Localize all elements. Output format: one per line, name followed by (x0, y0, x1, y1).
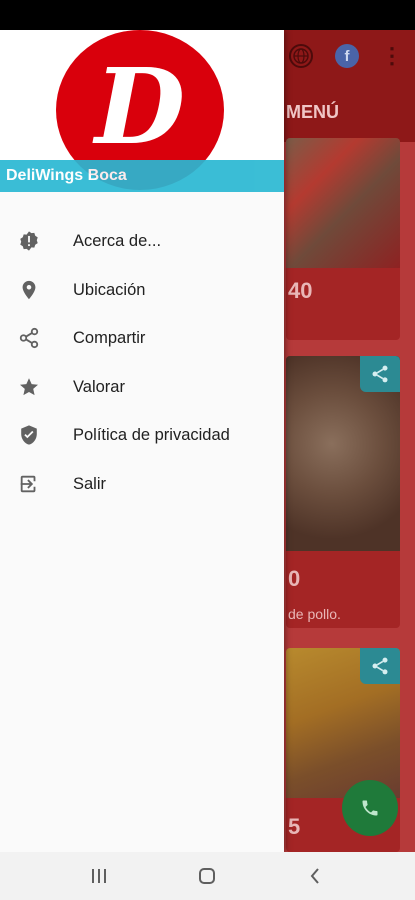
menu-item-label: Ubicación (73, 280, 146, 299)
menu-item-privacy-policy[interactable]: Política de privacidad (0, 412, 284, 461)
share-icon[interactable] (360, 356, 400, 392)
more-options-icon[interactable]: ⋮ (381, 44, 403, 68)
menu-item-label: Salir (73, 474, 107, 493)
recent-apps-button[interactable] (86, 864, 112, 888)
back-chevron-icon (310, 868, 319, 884)
card-price: 5 (288, 814, 301, 839)
system-nav-bar (0, 852, 415, 900)
home-icon (199, 868, 215, 884)
drawer-header: D (0, 30, 284, 190)
card-price: 40 (288, 278, 313, 303)
globe-icon[interactable] (289, 44, 313, 68)
card-description: de pollo. (288, 606, 341, 622)
menu-item-label: Compartir (73, 329, 146, 347)
exit-icon (20, 475, 36, 492)
location-pin-icon (22, 280, 36, 299)
menu-card[interactable]: 0 de pollo. (286, 356, 400, 628)
recent-apps-icon (92, 869, 106, 883)
shield-icon (21, 425, 37, 445)
share-icon (19, 327, 39, 349)
facebook-icon[interactable]: f (335, 44, 359, 68)
menu-item-about[interactable]: Acerca de... (0, 218, 284, 267)
menu-item-location[interactable]: Ubicación (0, 267, 284, 316)
menu-item-label: Política de privacidad (73, 426, 230, 444)
back-button[interactable] (302, 864, 328, 888)
drawer-menu: Acerca de... Ubicación Compartir Valorar… (0, 218, 284, 509)
brand-name: DeliWings Boca (6, 167, 127, 184)
phone-icon (362, 800, 378, 816)
star-icon (20, 377, 38, 395)
status-bar (0, 0, 415, 30)
menu-item-exit[interactable]: Salir (0, 461, 284, 510)
menu-item-label: Valorar (73, 377, 125, 396)
brand-band: DeliWings Boca (0, 160, 284, 192)
call-button[interactable] (342, 780, 398, 836)
card-price: 0 (288, 566, 301, 591)
menu-item-share[interactable]: Compartir (0, 315, 284, 364)
menu-card[interactable]: 40 (286, 138, 400, 340)
app-title: MENÚ (286, 102, 339, 122)
menu-item-rate[interactable]: Valorar (0, 364, 284, 413)
info-badge-icon (20, 231, 38, 251)
home-button[interactable] (194, 864, 220, 888)
menu-item-label: Acerca de... (73, 232, 162, 250)
food-image (286, 138, 400, 268)
navigation-drawer: D DeliWings Boca Acerca de... Ubicación … (0, 30, 284, 852)
share-icon[interactable] (360, 648, 400, 684)
